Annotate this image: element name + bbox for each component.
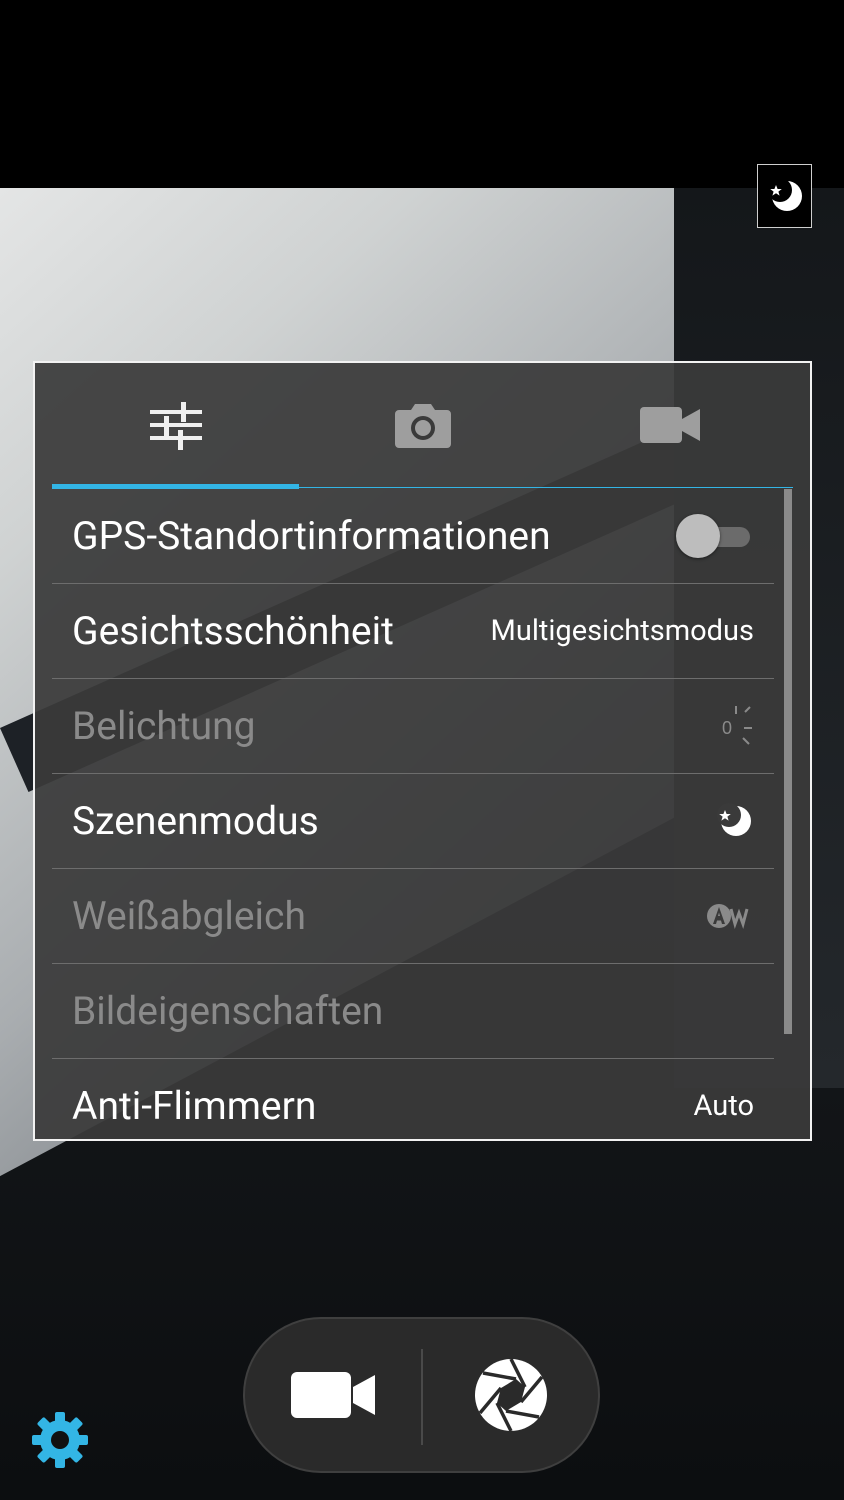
- white-balance-auto-icon: [707, 904, 749, 929]
- setting-label: Szenenmodus: [72, 798, 319, 844]
- tab-photo-settings[interactable]: [299, 363, 546, 487]
- night-scene-icon: [767, 178, 802, 211]
- setting-white-balance: Weißabgleich: [52, 869, 774, 964]
- tab-general-settings[interactable]: [52, 363, 299, 487]
- svg-text:0: 0: [722, 718, 732, 738]
- exposure-icon: 0: [722, 706, 752, 745]
- setting-exposure: Belichtung 0: [52, 679, 774, 774]
- setting-value: Multigesichtsmodus: [490, 614, 754, 648]
- camera-screen: GPS-Standortinformationen Gesichtsschönh…: [0, 0, 844, 1500]
- setting-anti-flicker[interactable]: Anti-Flimmern Auto: [52, 1059, 774, 1139]
- setting-face-beauty[interactable]: Gesichtsschönheit Multigesichtsmodus: [52, 584, 774, 679]
- setting-label: Anti-Flimmern: [72, 1083, 317, 1129]
- toggle-thumb: [676, 514, 720, 558]
- settings-panel: GPS-Standortinformationen Gesichtsschönh…: [33, 361, 812, 1141]
- setting-value: Auto: [693, 1089, 755, 1123]
- setting-scene-mode[interactable]: Szenenmodus: [52, 774, 774, 869]
- settings-tabs: [52, 363, 793, 489]
- gps-toggle[interactable]: [676, 514, 754, 558]
- scene-mode-indicator[interactable]: [757, 164, 812, 228]
- night-scene-icon: [717, 803, 751, 836]
- record-video-button[interactable]: [245, 1319, 421, 1471]
- setting-label: Bildeigenschaften: [72, 988, 384, 1034]
- capture-controls: [243, 1317, 600, 1473]
- settings-scrollbar[interactable]: [784, 489, 792, 1034]
- setting-gps-location[interactable]: GPS-Standortinformationen: [52, 489, 774, 584]
- videocam-icon: [639, 407, 700, 443]
- camera-settings-button[interactable]: [30, 1410, 90, 1470]
- tab-video-settings[interactable]: [546, 363, 793, 487]
- setting-label: Belichtung: [72, 703, 256, 749]
- shutter-icon: [475, 1358, 547, 1432]
- camera-icon: [394, 404, 451, 448]
- setting-image-properties: Bildeigenschaften: [52, 964, 774, 1059]
- setting-label: Weißabgleich: [72, 893, 306, 939]
- settings-gear-icon: [32, 1412, 88, 1468]
- settings-list: GPS-Standortinformationen Gesichtsschönh…: [52, 489, 774, 1139]
- setting-label: Gesichtsschönheit: [72, 608, 394, 654]
- setting-label: GPS-Standortinformationen: [72, 513, 551, 559]
- videocam-icon: [291, 1372, 375, 1418]
- sliders-icon: [149, 402, 202, 450]
- shutter-button[interactable]: [423, 1319, 599, 1471]
